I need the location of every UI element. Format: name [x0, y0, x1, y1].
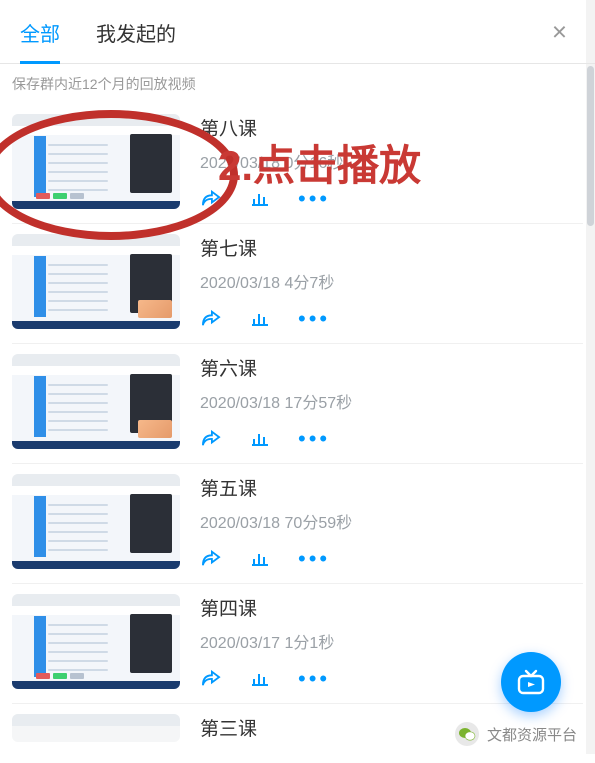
share-icon[interactable]: [200, 549, 222, 567]
video-subtitle: 2020/03/17 1分1秒: [200, 629, 583, 653]
video-title: 第四课: [200, 594, 583, 621]
more-icon[interactable]: •••: [298, 433, 330, 444]
share-icon[interactable]: [200, 309, 222, 327]
video-thumbnail[interactable]: [12, 234, 180, 329]
account-attribution: 文都资源平台: [455, 722, 577, 746]
video-thumbnail[interactable]: [12, 474, 180, 569]
more-icon[interactable]: •••: [298, 313, 330, 324]
tv-play-icon: [516, 668, 546, 696]
float-video-button[interactable]: [501, 652, 561, 712]
video-subtitle: 2020/03/18 0分16秒: [200, 149, 583, 173]
share-icon[interactable]: [200, 189, 222, 207]
video-title: 第六课: [200, 354, 583, 381]
stats-icon[interactable]: [250, 189, 270, 207]
video-thumbnail[interactable]: [12, 354, 180, 449]
more-icon[interactable]: •••: [298, 553, 330, 564]
video-subtitle: 2020/03/18 4分7秒: [200, 269, 583, 293]
stats-icon[interactable]: [250, 669, 270, 687]
more-icon[interactable]: •••: [298, 673, 330, 684]
video-thumbnail[interactable]: [12, 594, 180, 689]
list-item[interactable]: 第五课 2020/03/18 70分59秒 •••: [12, 464, 583, 584]
tab-all[interactable]: 全部: [20, 0, 60, 64]
video-thumbnail[interactable]: [12, 114, 180, 209]
tabs-bar: 全部 我发起的 ×: [0, 0, 595, 64]
video-thumbnail[interactable]: [12, 714, 180, 742]
video-title: 第七课: [200, 234, 583, 261]
video-subtitle: 2020/03/18 17分57秒: [200, 389, 583, 413]
video-title: 第八课: [200, 114, 583, 141]
tab-mine[interactable]: 我发起的: [96, 0, 176, 64]
scrollbar[interactable]: [586, 0, 595, 754]
stats-icon[interactable]: [250, 549, 270, 567]
stats-icon[interactable]: [250, 429, 270, 447]
list-item[interactable]: 第六课 2020/03/18 17分57秒 •••: [12, 344, 583, 464]
share-icon[interactable]: [200, 669, 222, 687]
close-icon[interactable]: ×: [552, 16, 567, 47]
video-title: 第五课: [200, 474, 583, 501]
wechat-icon: [455, 722, 479, 746]
list-item[interactable]: 第七课 2020/03/18 4分7秒 •••: [12, 224, 583, 344]
share-icon[interactable]: [200, 429, 222, 447]
list-item[interactable]: 第四课 2020/03/17 1分1秒 •••: [12, 584, 583, 704]
retention-hint: 保存群内近12个月的回放视频: [0, 64, 595, 104]
more-icon[interactable]: •••: [298, 193, 330, 204]
list-item[interactable]: 第八课 2020/03/18 0分16秒 •••: [12, 104, 583, 224]
video-subtitle: 2020/03/18 70分59秒: [200, 509, 583, 533]
stats-icon[interactable]: [250, 309, 270, 327]
account-name: 文都资源平台: [487, 724, 577, 745]
